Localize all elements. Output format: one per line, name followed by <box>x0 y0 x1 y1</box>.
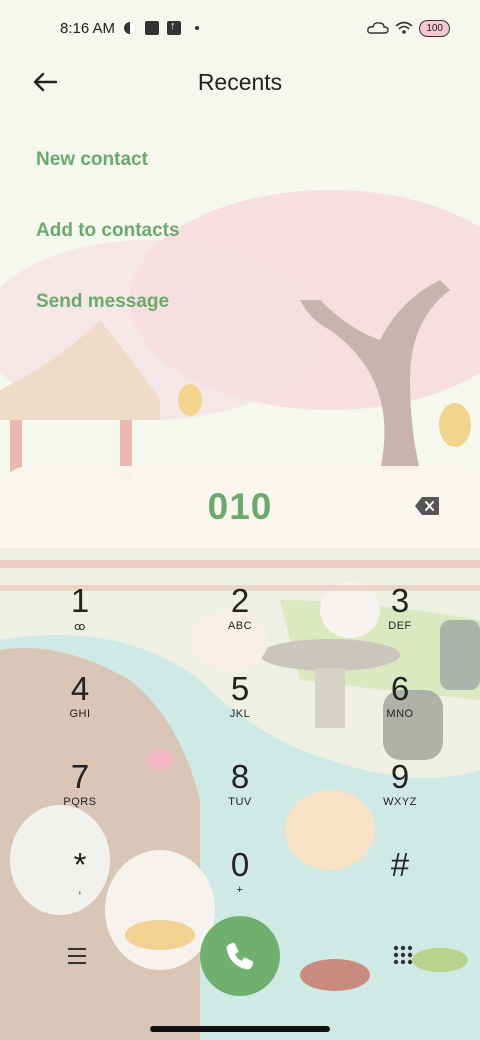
status-left: 8:16 AM <box>60 19 200 37</box>
dialed-number-panel: 010 <box>0 466 480 548</box>
send-message-link[interactable]: Send message <box>36 282 180 353</box>
arrow-left-icon[interactable] <box>30 66 62 98</box>
battery-icon: 100 <box>419 19 450 37</box>
key-letters: GHI <box>69 708 91 720</box>
stop-square-icon <box>145 21 160 35</box>
upload-icon <box>167 20 182 35</box>
page-title: Recents <box>197 68 283 95</box>
dialpad-icon[interactable] <box>392 944 414 966</box>
key-3[interactable]: 3 DEF <box>355 580 445 660</box>
key-digit: # <box>390 846 410 883</box>
contact-actions: New contact Add to contacts Send message <box>36 140 180 353</box>
key-9[interactable]: 9 WXYZ <box>355 756 445 836</box>
status-time: 8:16 AM <box>60 19 116 37</box>
key-letters: PQRS <box>63 796 97 808</box>
menu-icon[interactable] <box>66 946 88 966</box>
backspace-icon[interactable] <box>414 496 440 516</box>
key-7[interactable]: 7 PQRS <box>35 756 125 836</box>
key-4[interactable]: 4 GHI <box>35 668 125 748</box>
key-digit: 8 <box>230 758 250 795</box>
status-right: 100 <box>367 19 450 37</box>
key-letters: DEF <box>388 620 412 632</box>
app-header: Recents <box>0 56 480 108</box>
app-icon <box>124 22 137 34</box>
call-button[interactable] <box>200 916 280 996</box>
key-digit: 0 <box>230 846 250 883</box>
key-digit: 7 <box>70 758 90 795</box>
dialer-bottom-bar <box>0 910 480 1000</box>
gesture-nav-bar[interactable] <box>150 1026 330 1032</box>
phone-icon <box>226 942 254 970</box>
voicemail-icon: ꝏ <box>74 621 86 633</box>
new-contact-link[interactable]: New contact <box>36 140 180 211</box>
key-digit: 5 <box>230 670 250 707</box>
key-letters: JKL <box>229 708 251 720</box>
key-letters: WXYZ <box>383 796 417 808</box>
key-letters: MNO <box>386 708 414 720</box>
key-letters: TUV <box>228 796 252 808</box>
key-6[interactable]: 6 MNO <box>355 668 445 748</box>
wifi-icon <box>395 21 413 34</box>
key-letters: ABC <box>227 620 253 632</box>
status-bar: 8:16 AM 100 <box>0 0 480 56</box>
key-letters: + <box>236 884 244 896</box>
key-digit: 2 <box>230 582 250 619</box>
key-digit: * <box>73 846 87 883</box>
dialed-number[interactable]: 010 <box>208 486 273 528</box>
key-digit: 3 <box>390 582 410 619</box>
key-digit: 1 <box>70 582 90 619</box>
key-digit: 6 <box>390 670 410 707</box>
key-letters: , <box>78 884 82 896</box>
key-digit: 9 <box>390 758 410 795</box>
dot-icon <box>195 26 200 30</box>
key-1[interactable]: 1 ꝏ <box>35 580 125 660</box>
key-5[interactable]: 5 JKL <box>195 668 285 748</box>
key-8[interactable]: 8 TUV <box>195 756 285 836</box>
key-digit: 4 <box>70 670 90 707</box>
add-to-contacts-link[interactable]: Add to contacts <box>36 211 180 282</box>
cloud-icon <box>367 22 390 34</box>
key-2[interactable]: 2 ABC <box>195 580 285 660</box>
